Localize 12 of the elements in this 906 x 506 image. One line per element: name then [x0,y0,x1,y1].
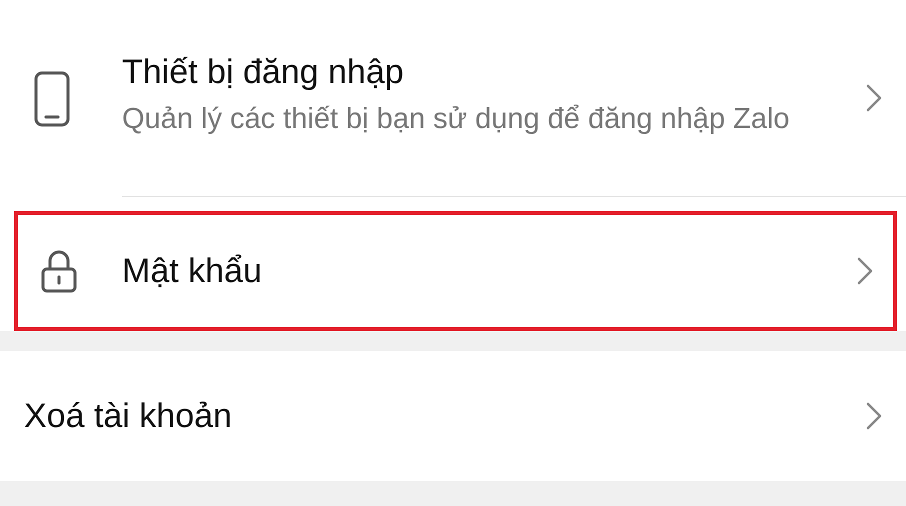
chevron-icon [866,84,882,112]
chevron-icon [866,402,882,430]
settings-item[interactable]: Thiết bị đăng nhập Quản lý các thiết bị bạn sử dụng để đăng nhập Zalo [0,0,906,197]
settings-item[interactable]: Mật khẩu [14,211,897,331]
chevron-icon [857,257,873,285]
item-description: Quản lý các thiết bị bạn sử dụng để đăng nhập Zalo [122,102,791,138]
item-title: Xoá tài khoản [24,396,233,436]
settings-item[interactable]: Xoá tài khoản [0,351,906,481]
item-title: Mật khẩu [122,252,263,290]
lock-icon [41,249,77,293]
item-title: Thiết bị đăng nhập [122,53,405,92]
phone-icon [34,70,70,126]
